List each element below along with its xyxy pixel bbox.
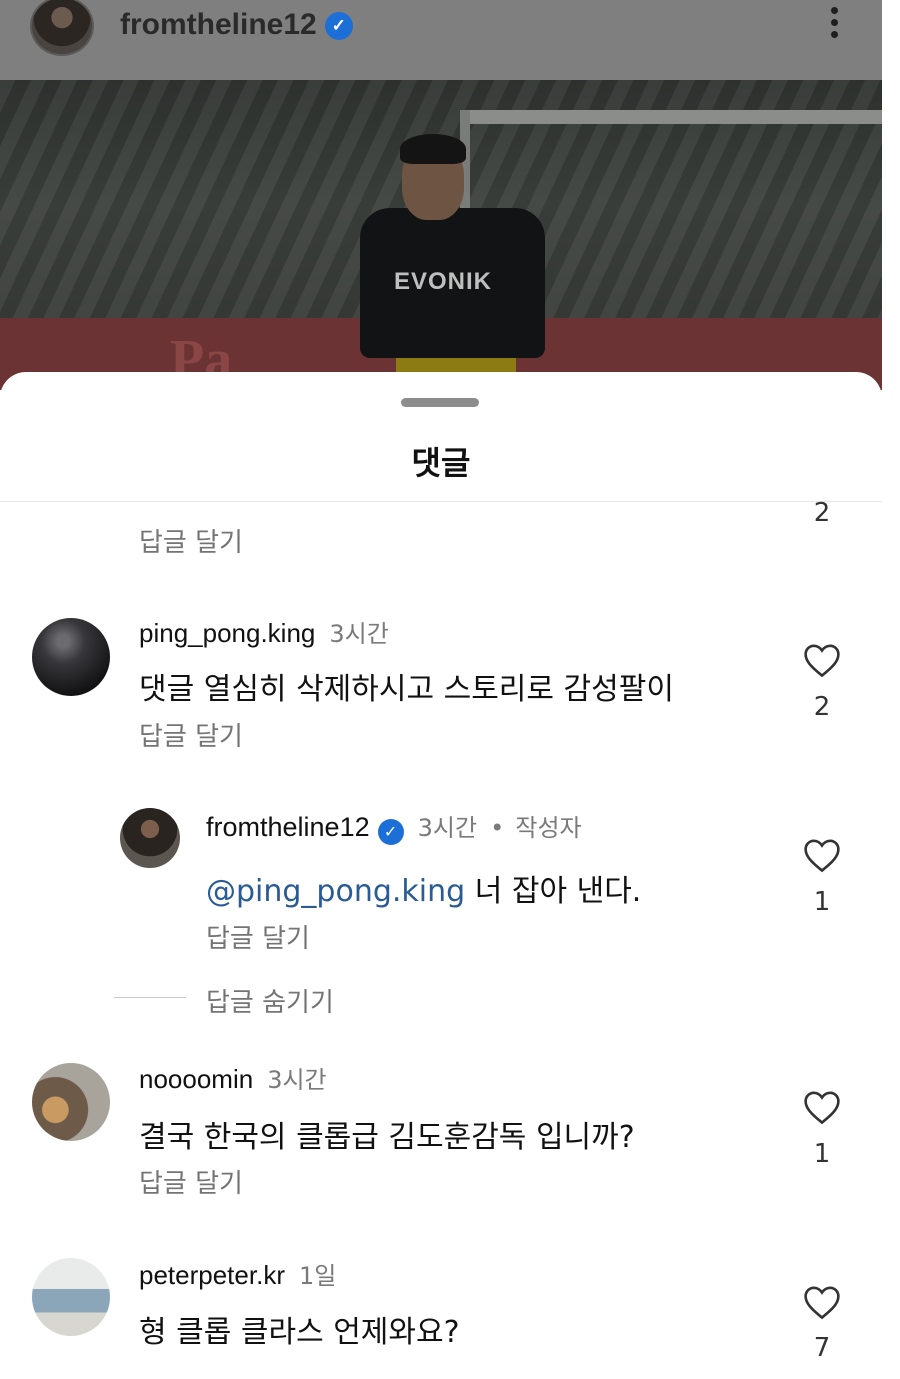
meta-separator: •: [490, 814, 505, 842]
reply-time: 3시간: [417, 814, 478, 842]
commenter-username[interactable]: peterpeter.kr: [139, 1260, 285, 1290]
mention-link[interactable]: @ping_pong.king: [206, 874, 465, 909]
reply-text-body: 너 잡아 낸다.: [465, 874, 642, 909]
comment-text: 댓글 열심히 삭제하시고 스토리로 감성팔이: [139, 672, 674, 707]
reply-button[interactable]: 답글 달기: [206, 918, 310, 955]
comment-text: 결국 한국의 클롭급 김도훈감독 입니까?: [139, 1120, 635, 1155]
sheet-divider: [0, 501, 882, 502]
reply-author-avatar[interactable]: [120, 808, 180, 868]
post-author-username[interactable]: fromtheline12 ✓: [120, 8, 353, 42]
like-count: 7: [813, 1333, 831, 1363]
comment-text: 형 클롭 클라스 언제와요?: [139, 1315, 460, 1350]
reply-text: @ping_pong.king 너 잡아 낸다.: [206, 866, 641, 910]
comment-time: 1일: [298, 1262, 337, 1290]
like-count: 2: [813, 692, 831, 722]
commenter-avatar[interactable]: [32, 618, 110, 696]
heart-icon[interactable]: [802, 837, 842, 873]
like-count: 2: [813, 498, 831, 528]
hide-replies-button[interactable]: 답글 숨기기: [206, 982, 334, 1019]
thread-line: [114, 997, 186, 998]
more-vertical-icon[interactable]: [824, 4, 844, 44]
reply-button[interactable]: 답글 달기: [139, 522, 243, 559]
reply-author-username[interactable]: fromtheline12: [206, 812, 370, 842]
player-hair: [400, 134, 466, 164]
verified-badge-icon: ✓: [324, 12, 353, 41]
like-count: 1: [813, 1139, 831, 1169]
shirt-sponsor-logo: EVONIK: [394, 268, 493, 295]
commenter-username[interactable]: ping_pong.king: [139, 618, 315, 648]
post-photo: Pa EVONIK: [0, 80, 882, 390]
post-username-text: fromtheline12: [120, 8, 317, 41]
reply-button[interactable]: 답글 달기: [139, 716, 243, 753]
author-badge: 작성자: [515, 814, 582, 842]
player-figure: EVONIK: [360, 134, 550, 390]
heart-icon[interactable]: [802, 1284, 842, 1320]
heart-icon[interactable]: [802, 1089, 842, 1125]
reply-button[interactable]: 답글 달기: [139, 1163, 243, 1200]
sheet-title: 댓글: [411, 444, 471, 482]
heart-icon[interactable]: [802, 642, 842, 678]
comment-meta: peterpeter.kr 1일: [139, 1256, 336, 1291]
commenter-avatar[interactable]: [32, 1063, 110, 1141]
like-count: 1: [813, 887, 831, 917]
post-header: fromtheline12 ✓: [0, 0, 882, 80]
goal-crossbar: [460, 110, 882, 124]
reply-meta: fromtheline12 ✓ 3시간 • 작성자: [206, 808, 582, 845]
commenter-username[interactable]: noooomin: [139, 1064, 253, 1094]
verified-badge-icon: ✓: [377, 818, 404, 845]
comment-time: 3시간: [329, 620, 389, 648]
commenter-avatar[interactable]: [32, 1258, 110, 1336]
comment-meta: noooomin 3시간: [139, 1060, 327, 1095]
drag-handle[interactable]: [401, 398, 479, 407]
comment-meta: ping_pong.king 3시간: [139, 614, 389, 649]
post-author-avatar[interactable]: [30, 0, 94, 56]
comment-time: 3시간: [267, 1066, 327, 1094]
